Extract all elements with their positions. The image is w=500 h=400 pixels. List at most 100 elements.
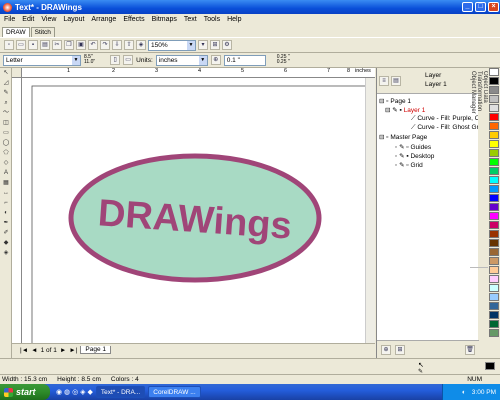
- taskbar-item-drawings[interactable]: Text* - DRA...: [95, 386, 146, 398]
- save-icon[interactable]: ▪: [28, 40, 38, 50]
- color-swatch[interactable]: [489, 122, 499, 130]
- color-swatch[interactable]: [489, 239, 499, 247]
- rectangle-tool-icon[interactable]: ▭: [1, 129, 11, 138]
- ellipse-tool-icon[interactable]: ◯: [1, 139, 11, 148]
- color-swatch[interactable]: [489, 329, 499, 337]
- shape-tool-icon[interactable]: ◿: [1, 79, 11, 88]
- export-icon[interactable]: ⇧: [124, 40, 134, 50]
- smart-fill-icon[interactable]: ◫: [1, 119, 11, 128]
- landscape-icon[interactable]: ▭: [123, 55, 134, 65]
- cut-icon[interactable]: ✂: [52, 40, 62, 50]
- color-swatch[interactable]: [489, 194, 499, 202]
- tab-transformation[interactable]: Transformation: [476, 68, 482, 268]
- options-icon[interactable]: ⚙: [222, 40, 232, 50]
- color-swatch[interactable]: [489, 95, 499, 103]
- color-swatch[interactable]: [489, 248, 499, 256]
- tab-draw[interactable]: DRAW: [2, 27, 30, 37]
- menu-bitmaps[interactable]: Bitmaps: [152, 16, 177, 23]
- menu-edit[interactable]: Edit: [22, 16, 34, 23]
- menu-text[interactable]: Text: [184, 16, 197, 23]
- minimize-button[interactable]: _: [462, 2, 473, 12]
- color-swatch[interactable]: [489, 293, 499, 301]
- color-swatch[interactable]: [489, 185, 499, 193]
- units-combo[interactable]: inches ▼: [155, 54, 208, 66]
- color-swatch[interactable]: [489, 284, 499, 292]
- color-swatch[interactable]: [489, 140, 499, 148]
- portrait-icon[interactable]: ▯: [110, 55, 121, 65]
- tree-master-page[interactable]: ⊟ ▫ Master Page: [379, 133, 427, 141]
- first-page-button[interactable]: |◄: [20, 347, 28, 354]
- color-swatch[interactable]: [489, 131, 499, 139]
- color-swatch[interactable]: [489, 77, 499, 85]
- menu-arrange[interactable]: Arrange: [91, 16, 116, 23]
- tree-guides[interactable]: ◦ ✎ ▫ Guides: [395, 143, 431, 151]
- redo-icon[interactable]: ↷: [100, 40, 110, 50]
- tab-object-manager[interactable]: Object Manager: [470, 68, 476, 268]
- interactive-fill-icon[interactable]: ◈: [1, 249, 11, 258]
- new-master-layer-icon[interactable]: ⊞: [395, 345, 405, 355]
- color-swatch[interactable]: [489, 86, 499, 94]
- layer-manager-icon[interactable]: ▤: [391, 76, 401, 86]
- zoom-combo[interactable]: 150% ▼: [148, 39, 196, 51]
- color-swatch[interactable]: [489, 320, 499, 328]
- color-swatch[interactable]: [489, 203, 499, 211]
- tab-stitch[interactable]: Stitch: [30, 27, 55, 37]
- basic-shapes-icon[interactable]: ◇: [1, 159, 11, 168]
- color-swatch[interactable]: [489, 221, 499, 229]
- color-swatch[interactable]: [489, 158, 499, 166]
- zoom-tool-icon[interactable]: ⌕: [1, 99, 11, 108]
- menu-file[interactable]: File: [4, 16, 15, 23]
- connector-tool-icon[interactable]: ⌐: [1, 199, 11, 208]
- color-swatch[interactable]: [489, 149, 499, 157]
- paper-size-combo[interactable]: Letter ▼: [3, 54, 81, 66]
- color-swatch[interactable]: [489, 266, 499, 274]
- open-icon[interactable]: ▭: [16, 40, 26, 50]
- paste-icon[interactable]: ▣: [76, 40, 86, 50]
- vertical-scrollbar[interactable]: [365, 78, 375, 343]
- color-swatch[interactable]: [489, 104, 499, 112]
- undo-icon[interactable]: ↶: [88, 40, 98, 50]
- color-swatch[interactable]: [489, 302, 499, 310]
- menu-effects[interactable]: Effects: [123, 16, 144, 23]
- color-swatch[interactable]: [489, 257, 499, 265]
- quick-launch-icons[interactable]: ◉ ◍ ◎ ◈ ◆: [56, 388, 93, 396]
- menu-layout[interactable]: Layout: [63, 16, 84, 23]
- layer-view-icon[interactable]: ≡: [379, 76, 389, 86]
- snap-icon[interactable]: ⊞: [210, 40, 220, 50]
- color-swatch[interactable]: [489, 176, 499, 184]
- freehand-tool-icon[interactable]: 〜: [1, 109, 11, 118]
- print-icon[interactable]: ▤: [40, 40, 50, 50]
- dimension-tool-icon[interactable]: ↔: [1, 189, 11, 198]
- color-swatch[interactable]: [489, 68, 499, 76]
- launcher-icon[interactable]: ◈: [136, 40, 146, 50]
- taskbar-item-coreldraw[interactable]: CorelDRAW ...: [148, 386, 201, 398]
- color-swatch[interactable]: [489, 311, 499, 319]
- import-icon[interactable]: ⇩: [112, 40, 122, 50]
- menu-help[interactable]: Help: [227, 16, 241, 23]
- nudge-field[interactable]: 0.1 ": [223, 54, 266, 66]
- maximize-button[interactable]: □: [475, 2, 486, 12]
- menu-view[interactable]: View: [41, 16, 56, 23]
- prev-page-button[interactable]: ◄: [31, 347, 37, 354]
- table-tool-icon[interactable]: ▦: [1, 179, 11, 188]
- blend-tool-icon[interactable]: ◐: [1, 209, 11, 218]
- copy-icon[interactable]: ❐: [64, 40, 74, 50]
- tree-grid[interactable]: ◦ ✎ ▫ Grid: [395, 161, 423, 169]
- text-tool-icon[interactable]: A: [1, 169, 11, 178]
- color-swatch[interactable]: [489, 275, 499, 283]
- ruler-corner[interactable]: [12, 68, 22, 78]
- zoom-options-icon[interactable]: ▾: [198, 40, 208, 50]
- new-layer-icon[interactable]: ⊕: [381, 345, 391, 355]
- dup-y-field[interactable]: 0.25 ": [277, 60, 290, 65]
- tree-desktop[interactable]: ◦ ✎ ▪ Desktop: [395, 152, 434, 160]
- vertical-ruler[interactable]: [12, 78, 22, 343]
- new-icon[interactable]: ▫: [4, 40, 14, 50]
- color-swatch[interactable]: [489, 230, 499, 238]
- page-tab[interactable]: Page 1: [80, 346, 111, 354]
- color-swatch[interactable]: [489, 113, 499, 121]
- knife-tool-icon[interactable]: ✎: [1, 89, 11, 98]
- pick-tool-icon[interactable]: ↖: [1, 69, 11, 78]
- color-swatch[interactable]: [489, 212, 499, 220]
- color-swatch[interactable]: [489, 167, 499, 175]
- last-page-button[interactable]: ►|: [69, 347, 77, 354]
